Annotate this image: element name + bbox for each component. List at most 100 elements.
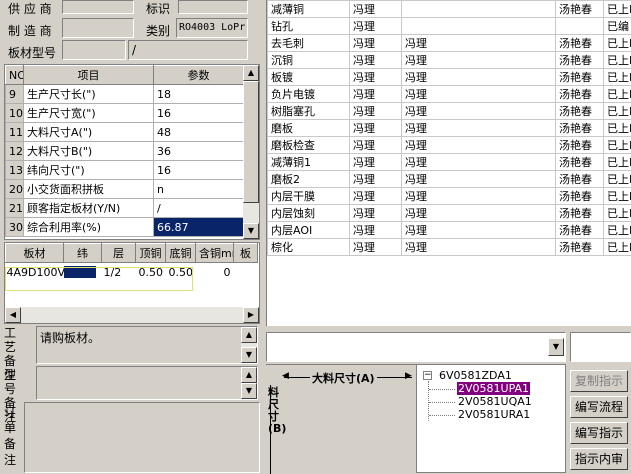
- step-b: 冯理: [402, 52, 556, 69]
- param-value: /: [154, 199, 244, 218]
- step-c: 汤艳春: [556, 239, 604, 256]
- scroll-down-icon[interactable]: ▼: [241, 383, 257, 399]
- step-row[interactable]: 板镀冯理冯理汤艳春已上I: [268, 69, 631, 86]
- instruction-review-button[interactable]: 指示内审: [570, 448, 628, 470]
- param-item: 综合利用率(%): [24, 218, 154, 237]
- param-row[interactable]: 11大料尺寸A(")48: [6, 123, 244, 142]
- step-a: 冯理: [350, 205, 402, 222]
- board-col-header[interactable]: 含铜mm: [196, 244, 234, 263]
- step-row[interactable]: 减薄铜1冯理冯理汤艳春已上I: [268, 154, 631, 171]
- param-row[interactable]: 12大料尺寸B(")36: [6, 142, 244, 161]
- param-value: 16: [154, 161, 244, 180]
- write-instruction-button[interactable]: 编写指示: [570, 422, 628, 444]
- step-c: 汤艳春: [556, 35, 604, 52]
- scroll-down-icon[interactable]: ▼: [243, 223, 259, 239]
- board-model-value[interactable]: /: [128, 40, 248, 60]
- param-value: 18: [154, 85, 244, 104]
- param-row[interactable]: 30综合利用率(%)66.87: [6, 218, 244, 237]
- param-item: 纬向尺寸("): [24, 161, 154, 180]
- collapse-icon[interactable]: −: [423, 371, 432, 380]
- chevron-down-icon[interactable]: ▼: [548, 338, 564, 356]
- step-row[interactable]: 棕化冯理冯理汤艳春已上I: [268, 239, 631, 256]
- board-col-header[interactable]: 底铜: [166, 244, 196, 263]
- step-row[interactable]: 内层蚀刻冯理冯理汤艳春已上I: [268, 205, 631, 222]
- step-c: 汤艳春: [556, 171, 604, 188]
- board-col-header[interactable]: 层: [102, 244, 136, 263]
- scroll-up-icon[interactable]: ▲: [243, 65, 259, 81]
- col-value[interactable]: 参数: [154, 66, 244, 85]
- scroll-up-icon[interactable]: ▲: [241, 367, 257, 383]
- board-col-header[interactable]: 板: [234, 244, 258, 263]
- category-field[interactable]: RO4003 LoPr: [176, 18, 248, 38]
- step-b: 冯理: [402, 239, 556, 256]
- step-row[interactable]: 磨板冯理冯理汤艳春已上I: [268, 120, 631, 137]
- board-cu-mm: 0: [196, 263, 234, 282]
- tree-root[interactable]: 6V0581ZDA1: [439, 369, 512, 382]
- board-header-row: 板材纬层顶铜底铜含铜mm板: [6, 244, 258, 263]
- maker-field[interactable]: [62, 18, 134, 38]
- step-name: 磨板检查: [268, 137, 350, 154]
- param-value: 66.87: [154, 218, 244, 237]
- write-flow-button[interactable]: 编写流程: [570, 396, 628, 418]
- supplier-field[interactable]: [62, 0, 134, 14]
- side-field[interactable]: [570, 332, 631, 362]
- step-row[interactable]: 磨板检查冯理冯理汤艳春已上I: [268, 137, 631, 154]
- filter-combo[interactable]: ▼: [266, 332, 566, 362]
- step-row[interactable]: 内层AOI冯理冯理汤艳春已上I: [268, 222, 631, 239]
- step-d: 已上I: [604, 1, 631, 18]
- step-row[interactable]: 钻孔冯理已编: [268, 18, 631, 35]
- param-row[interactable]: 10生产尺寸宽(")16: [6, 104, 244, 123]
- scroll-thumb[interactable]: [243, 81, 259, 203]
- process-notes-field[interactable]: 请购板材。 ▲ ▼: [36, 326, 258, 364]
- step-c: 汤艳春: [556, 205, 604, 222]
- board-model-field[interactable]: [62, 40, 126, 60]
- board-col-header[interactable]: 纬: [64, 244, 102, 263]
- arrow-left-icon: ◀: [282, 371, 289, 381]
- param-row[interactable]: 20小交货面积拼板n: [6, 180, 244, 199]
- board-hscroll[interactable]: ◀ ▶: [5, 307, 259, 323]
- board-col-header[interactable]: 顶铜: [136, 244, 166, 263]
- tree-node[interactable]: 2V0581URA1: [457, 408, 531, 421]
- param-value: 48: [154, 123, 244, 142]
- model-notes-field[interactable]: ▲ ▼: [36, 366, 258, 400]
- tree-node[interactable]: 2V0581UQA1: [457, 395, 533, 408]
- col-item[interactable]: 项目: [24, 66, 154, 85]
- step-row[interactable]: 负片电镀冯理冯理汤艳春已上I: [268, 86, 631, 103]
- supplier-label: 供 应 商: [8, 0, 52, 17]
- scroll-up-icon[interactable]: ▲: [241, 327, 257, 343]
- steps-grid: 减薄铜冯理汤艳春已上I钻孔冯理已编去毛刺冯理冯理汤艳春已上I沉铜冯理冯理汤艳春已…: [266, 0, 631, 326]
- step-row[interactable]: 减薄铜冯理汤艳春已上I: [268, 1, 631, 18]
- arrow-right-icon: ▶: [405, 371, 412, 381]
- scroll-down-icon[interactable]: ▼: [241, 347, 257, 363]
- step-row[interactable]: 沉铜冯理冯理汤艳春已上I: [268, 52, 631, 69]
- col-no[interactable]: NO: [6, 66, 24, 85]
- tree-node[interactable]: 2V0581UPA1: [457, 382, 530, 395]
- model-scrollbar[interactable]: ▲ ▼: [241, 367, 257, 399]
- step-row[interactable]: 树脂塞孔冯理冯理汤艳春已上I: [268, 103, 631, 120]
- step-b: 冯理: [402, 154, 556, 171]
- scroll-left-icon[interactable]: ◀: [5, 307, 21, 323]
- step-d: 已上I: [604, 69, 631, 86]
- step-row[interactable]: 磨板2冯理冯理汤艳春已上I: [268, 171, 631, 188]
- maker-label: 制 造 商: [8, 22, 52, 39]
- board-col-header[interactable]: 板材: [6, 244, 64, 263]
- copy-instruction-button[interactable]: 复制指示: [570, 370, 628, 392]
- step-d: 已上I: [604, 103, 631, 120]
- param-row[interactable]: 9生产尺寸长(")18: [6, 85, 244, 104]
- params-scrollbar[interactable]: ▲ ▼: [243, 65, 259, 239]
- param-row[interactable]: 21顾客指定板材(Y/N)/: [6, 199, 244, 218]
- step-name: 去毛刺: [268, 35, 350, 52]
- step-c: 汤艳春: [556, 120, 604, 137]
- step-b: 冯理: [402, 120, 556, 137]
- scroll-right-icon[interactable]: ▶: [243, 307, 259, 323]
- param-row[interactable]: 13纬向尺寸(")16: [6, 161, 244, 180]
- step-a: 冯理: [350, 171, 402, 188]
- step-row[interactable]: 内层干膜冯理冯理汤艳春已上I: [268, 188, 631, 205]
- process-scrollbar[interactable]: ▲ ▼: [241, 327, 257, 363]
- tag-field[interactable]: [178, 0, 248, 14]
- process-notes-label: 工艺备注: [4, 326, 24, 362]
- order-notes-field[interactable]: [24, 402, 260, 473]
- step-b: [402, 18, 556, 35]
- dim-a-label: 大料尺寸(A): [310, 370, 377, 386]
- step-row[interactable]: 去毛刺冯理冯理汤艳春已上I: [268, 35, 631, 52]
